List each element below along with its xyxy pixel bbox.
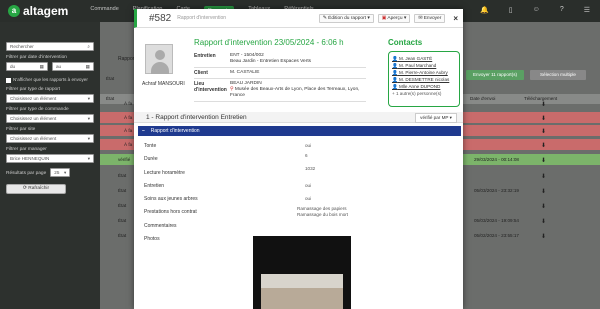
edit-report-button[interactable]: ✎ Édition du rapport ▾	[318, 13, 374, 23]
order-type-select[interactable]: Choisissez un élément ▾	[6, 114, 94, 123]
field-label: Prestations hors contrat	[144, 209, 197, 215]
map-pin-icon: ⚲	[230, 87, 234, 92]
modal-header: #582 Rapport d'intervention ✎ Édition du…	[134, 9, 463, 28]
download-icon: ⬇	[541, 234, 547, 240]
field-value: oui	[305, 183, 312, 188]
field-label: Lecture horamètre	[144, 170, 185, 176]
person-icon: 👤	[392, 70, 398, 75]
client-value: M. CASTALIE	[230, 70, 260, 75]
site-label: Filtrer par site	[6, 127, 36, 132]
download-icon: ⬇	[541, 116, 547, 122]
date-to-input[interactable]: au ▦	[52, 62, 94, 71]
order-type-label: Filtrer par type de commande	[6, 107, 69, 112]
lieu-name: BEAU JARDIN	[230, 81, 262, 86]
person-icon: 👤	[392, 77, 398, 82]
menu-icon[interactable]: ☰	[584, 6, 590, 14]
date-filter-label: Filtrer par date d'intervention	[6, 55, 67, 60]
manager-select[interactable]: Brice HENNEQUIN ▾	[6, 154, 94, 163]
calendar-icon: ▦	[85, 64, 90, 69]
user-icon[interactable]: ☺	[533, 6, 540, 14]
field-value-extra: Ramassage du bois mort	[297, 212, 349, 217]
report-type-label: Filtrer par type de rapport	[6, 87, 61, 92]
contacts-title: Contacts	[388, 38, 423, 47]
field-label: Commentaires	[144, 223, 177, 229]
filters-sidebar: Rechercher ⌕ Filtrer par date d'intervent…	[0, 22, 100, 309]
lieu-address[interactable]: Musée des Beaux-Arts de Lyon, Place des …	[230, 87, 359, 98]
app-name: altagem	[23, 4, 69, 18]
results-label: Résultats par page	[6, 171, 47, 176]
download-icon: ⬇	[541, 189, 547, 195]
entretien-value[interactable]: ENT - 1504/002	[230, 53, 264, 58]
edit-icon: ✎	[322, 15, 327, 21]
help-icon[interactable]: ?	[560, 6, 564, 14]
results-select[interactable]: 25 ▾	[50, 168, 71, 177]
section-title: 1 - Rapport d'intervention Entretien	[146, 114, 247, 121]
download-icon: ⬇	[541, 204, 547, 210]
field-value: Ramassage des papiers	[297, 206, 347, 211]
field-label: Tonte	[144, 143, 157, 149]
contact-item[interactable]: 👤 M. DESMETTRE nicolas	[392, 76, 456, 83]
phone-icon[interactable]: ▯	[509, 6, 513, 14]
report-title: Rapport d'intervention 23/05/2024 - 6:06…	[194, 38, 344, 47]
nav-commandes[interactable]: Commande	[90, 6, 118, 16]
preview-button[interactable]: ▣ Aperçu ▾	[377, 13, 411, 23]
contacts-box: 👤 M. Jean GASTÉ 👤 M. Paul Marchand 👤 M. …	[388, 51, 460, 107]
app-logo[interactable]: a altagem	[8, 4, 68, 18]
manager-label: Filtrer par manager	[6, 147, 47, 152]
close-icon[interactable]: ×	[453, 14, 458, 23]
download-icon: ⬇	[541, 158, 547, 164]
field-label: Entretien	[144, 183, 165, 189]
report-info: Entretien ENT - 1504/002 Beau Jardin - Ent…	[194, 51, 366, 102]
report-number: #582	[149, 12, 172, 24]
entretien-label: Entretien	[194, 53, 216, 59]
contact-item[interactable]: 👤 M. Paul Marchand	[392, 62, 456, 69]
search-input[interactable]: Rechercher ⌕	[6, 42, 94, 51]
modal-subtitle: Rapport d'intervention	[177, 15, 227, 21]
report-modal: #582 Rapport d'intervention ✎ Édition du…	[134, 9, 463, 309]
field-label: Soins aux jeunes arbres	[144, 196, 198, 202]
report-photo[interactable]	[253, 236, 351, 309]
send-button[interactable]: ✉ Envoyer	[414, 13, 446, 23]
unsent-checkbox[interactable]: N'afficher que les rapports à envoyer	[6, 77, 94, 83]
download-icon: ⬇	[541, 219, 547, 225]
bell-icon[interactable]: 🔔	[480, 6, 489, 14]
pdf-icon: ▣	[381, 15, 387, 21]
verified-dropdown[interactable]: vérifié par MP ▾	[415, 113, 457, 123]
collapse-icon: –	[142, 128, 145, 134]
report-section-title: Rapport d'intervention	[150, 128, 200, 134]
field-label: Photos	[144, 236, 160, 242]
contact-item[interactable]: 👤 Mlle Anne DUPOND	[392, 83, 456, 90]
person-icon: 👤	[392, 84, 398, 89]
download-icon: ⬇	[541, 174, 547, 180]
field-value: 6	[305, 153, 308, 158]
send-icon: ✉	[418, 15, 423, 21]
download-icon: ⬇	[541, 102, 547, 108]
site-select[interactable]: Choisissez un élément ▾	[6, 134, 94, 143]
date-from-input[interactable]: du ▦	[6, 62, 48, 71]
field-label: Durée	[144, 156, 158, 162]
contacts-more[interactable]: + 1 autre(s) personne(s)	[392, 90, 456, 97]
lieu-label: Lieu d'intervention	[194, 81, 227, 93]
section-header: 1 - Rapport d'intervention Entretien vér…	[134, 112, 463, 123]
logo-icon: a	[8, 5, 20, 17]
technician-name: Achraf MANSOURI	[142, 81, 185, 87]
avatar	[145, 44, 173, 74]
refresh-button[interactable]: ⟳ Rafraîchir	[6, 184, 66, 194]
search-icon: ⌕	[87, 44, 90, 49]
report-section-bar[interactable]: – Rapport d'intervention	[138, 126, 461, 136]
field-value: oui	[305, 196, 312, 201]
person-icon: 👤	[392, 56, 398, 61]
download-icon: ⬇	[541, 143, 547, 149]
calendar-icon: ▦	[39, 64, 44, 69]
person-icon: 👤	[392, 63, 398, 68]
field-value: oui	[305, 143, 312, 148]
download-icon: ⬇	[541, 129, 547, 135]
contact-item[interactable]: 👤 M. Pierre-Antoine Aubry	[392, 69, 456, 76]
field-value: 1032	[305, 166, 316, 171]
contact-item[interactable]: 👤 M. Jean GASTÉ	[392, 55, 456, 62]
report-type-select[interactable]: Choisissez un élément ▾	[6, 94, 94, 103]
entretien-sub: Beau Jardin - Entretien Espaces Verts	[230, 59, 312, 64]
client-label: Client	[194, 70, 208, 76]
